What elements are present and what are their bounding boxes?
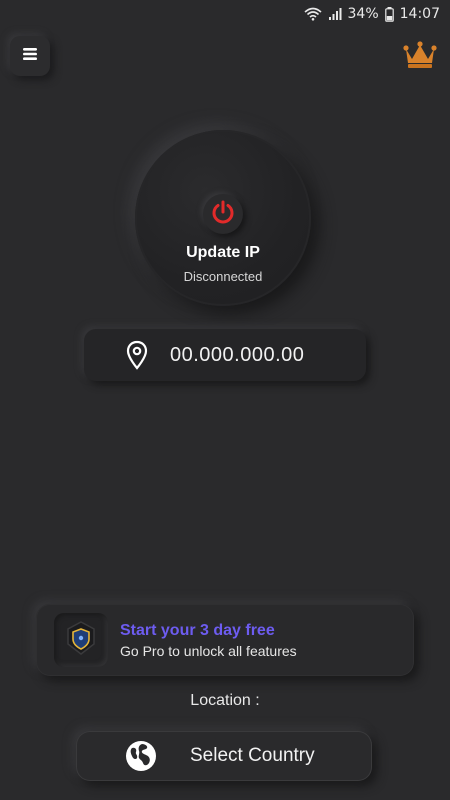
hamburger-menu-icon xyxy=(22,47,38,66)
premium-button[interactable] xyxy=(402,40,438,74)
connection-status: Disconnected xyxy=(183,269,263,284)
menu-button[interactable] xyxy=(10,36,50,76)
pro-subtitle: Go Pro to unlock all features xyxy=(120,642,297,659)
signal-icon xyxy=(328,7,342,21)
crown-icon xyxy=(403,40,437,74)
go-pro-banner[interactable]: Start your 3 day free Go Pro to unlock a… xyxy=(36,604,414,676)
select-country-button[interactable]: Select Country xyxy=(76,731,372,781)
select-country-label: Select Country xyxy=(190,745,315,766)
shield-icon xyxy=(64,620,98,661)
pro-shield-badge xyxy=(54,613,108,667)
status-bar: 34% 14:07 xyxy=(0,0,450,28)
power-button[interactable] xyxy=(203,194,243,234)
pro-title: Start your 3 day free xyxy=(120,621,275,639)
battery-icon xyxy=(384,6,394,22)
ip-address-panel: 00.000.000.00 xyxy=(84,329,366,381)
wifi-icon xyxy=(303,7,322,21)
battery-percent: 34% xyxy=(347,6,379,22)
ip-address-value: 00.000.000.00 xyxy=(170,343,305,366)
connect-panel[interactable]: Update IP Disconnected xyxy=(135,130,311,306)
power-icon xyxy=(210,199,236,230)
location-pin-icon xyxy=(124,340,150,370)
location-label: Location : xyxy=(190,692,260,709)
globe-icon xyxy=(124,739,158,773)
connect-title: Update IP xyxy=(186,244,260,261)
status-time: 14:07 xyxy=(399,6,440,22)
